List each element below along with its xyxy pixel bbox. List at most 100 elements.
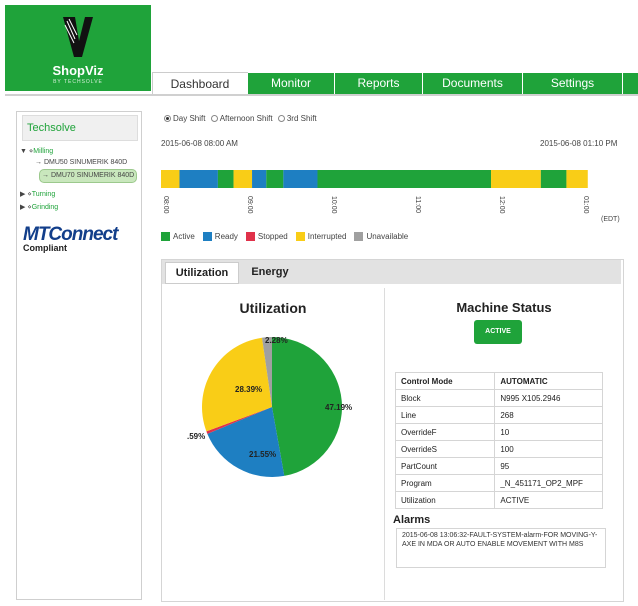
timeline-segment-active[interactable] (317, 170, 492, 188)
status-key: Utilization (394, 491, 496, 509)
app-tagline: BY TECHSOLVE (53, 79, 103, 85)
tab-monitor[interactable]: Monitor (247, 73, 334, 94)
utilization-pie-chart[interactable]: 47.19% 21.55% .59% 28.39% 2.28% (187, 335, 355, 485)
timeline-segment-active[interactable] (217, 170, 234, 188)
tree-item-dmu70[interactable]: → DMU70 SINUMERIK 840D (39, 169, 137, 183)
pie-label: 28.39% (235, 385, 262, 394)
pie-label: 2.28% (265, 336, 288, 345)
time-tick: 10:00 (330, 196, 337, 214)
legend-swatch (354, 232, 364, 242)
status-row: PartCount 95 (394, 457, 603, 475)
timeline-end: 2015-06-08 01:10 PM (540, 139, 618, 148)
legend-item-unavailable: Unavailable (354, 232, 408, 242)
alarms-title: Alarms (393, 514, 431, 526)
tree-item-turning[interactable]: ▶ ⋄Turning (20, 190, 55, 198)
time-tick: 11:00 (414, 196, 421, 213)
timezone-label: (EDT) (601, 216, 620, 223)
shift-radio-day[interactable]: Day Shift (164, 114, 205, 123)
legend-item-stopped: Stopped (245, 232, 288, 242)
status-key: PartCount (394, 457, 496, 475)
timeline-segment-interrupted[interactable] (566, 170, 588, 188)
shift-radio-3rd[interactable]: 3rd Shift (277, 114, 317, 123)
header-divider (5, 94, 638, 96)
status-key: OverrideS (394, 440, 496, 458)
pie-label: 21.55% (249, 450, 276, 459)
tree-item-grinding[interactable]: ▶ ⋄Grinding (20, 203, 58, 211)
tab-documents[interactable]: Documents (422, 73, 522, 94)
legend-swatch (295, 232, 305, 242)
status-row: Utilization ACTIVE (394, 491, 603, 509)
timeline-segment-interrupted[interactable] (233, 170, 253, 188)
panel-divider (384, 288, 385, 600)
tree-item-milling[interactable]: ▼ ⋄Milling (20, 147, 53, 155)
legend-swatch (202, 232, 212, 242)
tab-reports[interactable]: Reports (334, 73, 422, 94)
status-row: Line 268 (394, 406, 603, 424)
timeline-segment-active[interactable] (266, 170, 284, 188)
status-value: 10 (494, 423, 603, 441)
status-row: Program _N_451171_OP2_MPF (394, 474, 603, 492)
tree-label-turning: Turning (31, 191, 56, 198)
radio-icon (277, 115, 285, 123)
tab-utilization[interactable]: Utilization (165, 262, 239, 284)
timeline-segment-interrupted[interactable] (491, 170, 541, 188)
tree-label-dmu50: DMU50 SINUMERIK 840D (43, 159, 128, 166)
shift-selector: Day Shift Afternoon Shift 3rd Shift (164, 114, 317, 123)
tree-label-grinding: Grinding (31, 204, 59, 211)
shopviz-logo[interactable]: ShopViz BY TECHSOLVE (5, 5, 151, 91)
timeline-segment-ready[interactable] (179, 170, 218, 188)
utilization-title: Utilization (239, 300, 307, 316)
pie-label: 47.19% (325, 403, 352, 412)
tab-energy[interactable]: Energy (240, 262, 300, 282)
status-value: AUTOMATIC (494, 372, 603, 390)
pie-label: .59% (187, 432, 205, 441)
tab-dashboard[interactable]: Dashboard (152, 72, 248, 95)
status-value: ACTIVE (494, 491, 603, 509)
time-tick: 09:00 (246, 196, 253, 214)
legend-item-ready: Ready (202, 232, 238, 242)
status-key: Program (394, 474, 496, 492)
tree-item-dmu50[interactable]: → DMU50 SINUMERIK 840D (35, 159, 127, 166)
state-legend: Active Ready Stopped Interrupted Unavailable (161, 232, 416, 242)
machine-status-table: Control Mode AUTOMATIC Block N995 X105.2946… (394, 372, 603, 509)
tree-label-milling: Milling (33, 148, 54, 155)
machine-status-title: Machine Status (456, 300, 552, 315)
radio-selected-icon (164, 115, 171, 123)
timeline-segment-ready[interactable] (283, 170, 318, 188)
time-tick: 01:00 (582, 196, 589, 214)
timeline-segment-ready[interactable] (252, 170, 267, 188)
time-tick: 08:00 (162, 196, 169, 214)
shift-radio-afternoon[interactable]: Afternoon Shift (210, 114, 273, 123)
radio-icon (210, 115, 218, 123)
sidebar: Techsolve ▼ ⋄Milling → DMU50 SINUMERIK 8… (16, 111, 142, 600)
status-value: 268 (494, 406, 603, 424)
status-row: Control Mode AUTOMATIC (394, 372, 603, 390)
status-key: OverrideF (394, 423, 496, 441)
status-value: 95 (494, 457, 603, 475)
timeline-segment-interrupted[interactable] (161, 170, 180, 188)
leaf-arrow-icon: → (35, 159, 42, 166)
timeline-segment-active[interactable] (540, 170, 567, 188)
status-key: Control Mode (394, 372, 496, 390)
expanded-arrow-icon[interactable]: ▼ (20, 148, 27, 155)
sidebar-title: Techsolve (22, 115, 138, 141)
status-key: Block (394, 389, 496, 407)
status-value: N995 X105.2946 (494, 389, 603, 407)
tab-overflow (622, 73, 638, 94)
state-timeline[interactable] (161, 170, 602, 188)
legend-item-interrupted: Interrupted (295, 232, 346, 242)
app-name: ShopViz (52, 63, 104, 78)
status-badge: ACTIVE (474, 320, 522, 344)
time-tick: 12:00 (498, 196, 505, 214)
timeline-start: 2015-06-08 08:00 AM (161, 139, 238, 148)
tab-settings[interactable]: Settings (522, 73, 622, 94)
legend-swatch (161, 232, 170, 242)
status-row: OverrideS 100 (394, 440, 603, 458)
status-value: 100 (494, 440, 603, 458)
legend-item-active: Active (161, 232, 195, 242)
collapsed-arrow-icon[interactable]: ▶ (20, 204, 25, 211)
status-row: OverrideF 10 (394, 423, 603, 441)
collapsed-arrow-icon[interactable]: ▶ (20, 191, 25, 198)
mtconnect-logo: MTConnect Compliant (23, 224, 118, 253)
legend-swatch (245, 232, 255, 242)
